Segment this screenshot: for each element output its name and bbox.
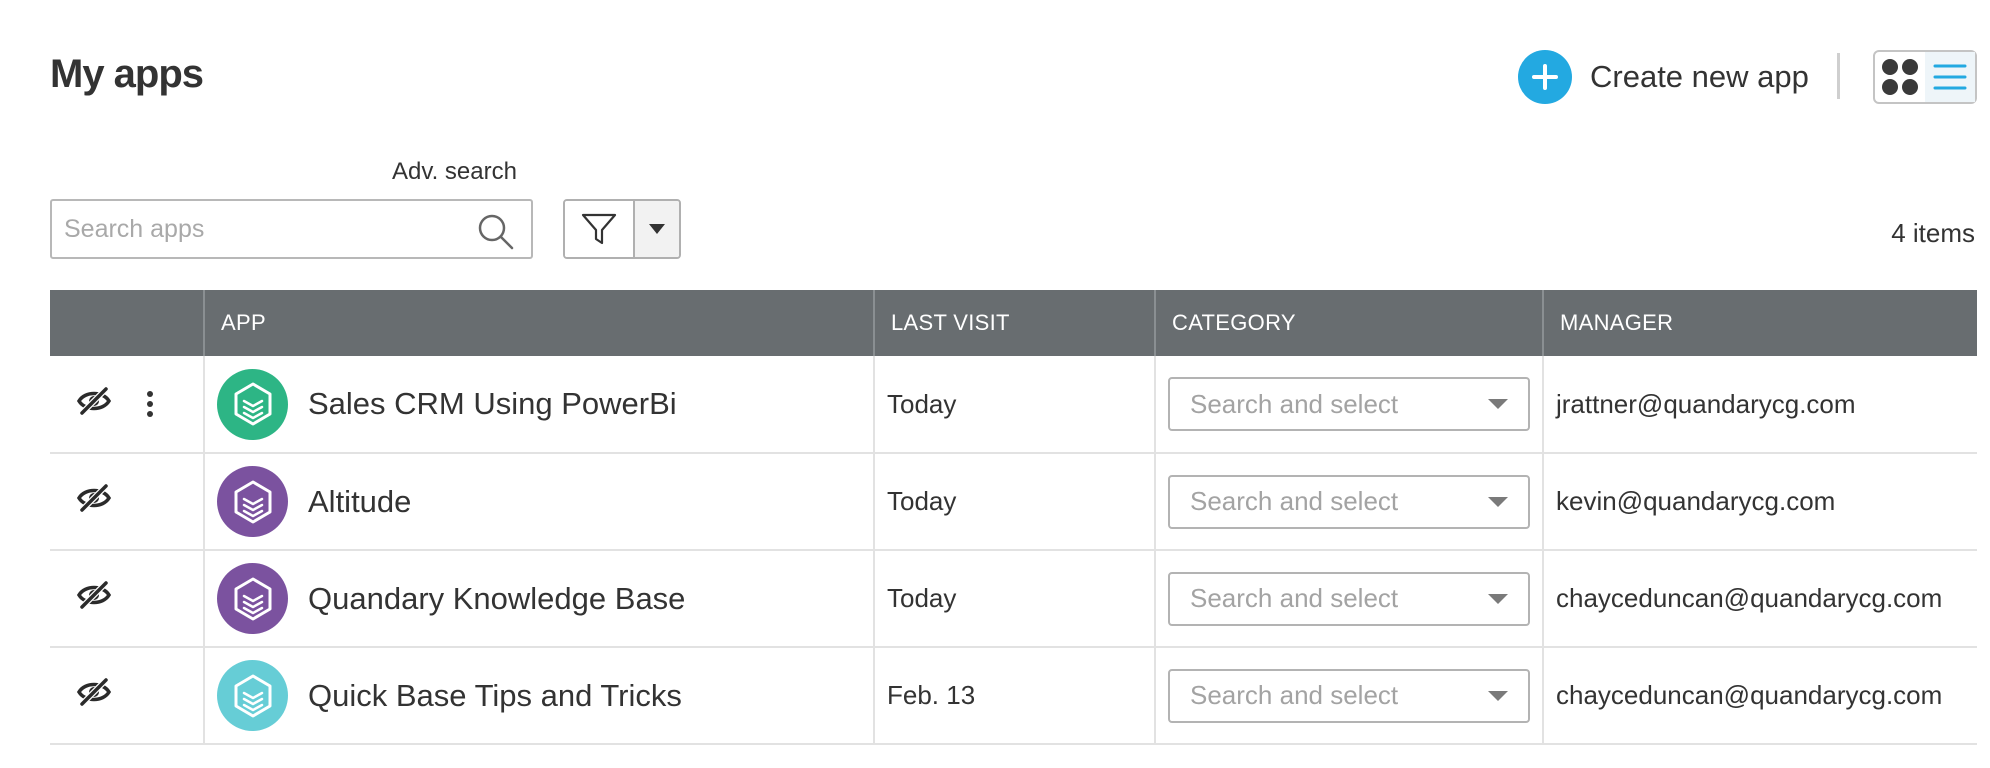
category-select[interactable]: Search and select (1168, 668, 1530, 723)
items-count: 4 items (1891, 218, 1975, 248)
chevron-down-icon (1488, 690, 1508, 701)
more-options-icon[interactable] (146, 390, 154, 418)
category-select[interactable]: Search and select (1168, 377, 1530, 431)
create-new-app-button[interactable]: Create new app (1518, 50, 1809, 104)
row-actions (50, 677, 203, 713)
category-select[interactable]: Search and select (1168, 571, 1530, 626)
hide-app-eye-icon[interactable] (76, 677, 112, 713)
column-header-app[interactable]: APP (203, 290, 874, 356)
manager-email: chayceduncan@quandarycg.com (1556, 583, 1943, 613)
app-cube-icon (217, 368, 288, 440)
grid-icon (1882, 59, 1918, 95)
last-visit: Feb. 13 (887, 680, 976, 710)
last-visit: Today (887, 486, 957, 516)
column-header-actions (50, 290, 204, 356)
column-header-last-visit[interactable]: LAST VISIT (873, 290, 1155, 356)
app-cell[interactable]: Altitude (205, 466, 873, 537)
hide-app-eye-icon[interactable] (76, 483, 112, 519)
grid-view-toggle[interactable] (1875, 52, 1925, 102)
page-title: My apps (50, 52, 204, 96)
manager-email: kevin@quandarycg.com (1556, 486, 1836, 516)
app-name-link[interactable]: Quick Base Tips and Tricks (308, 678, 682, 714)
create-new-app-label: Create new app (1590, 59, 1809, 94)
plus-icon (1518, 50, 1572, 104)
app-cell[interactable]: Sales CRM Using PowerBi (205, 368, 873, 440)
search-input[interactable] (52, 201, 531, 257)
filter-button[interactable] (565, 201, 635, 257)
filter-group (563, 199, 681, 259)
column-header-category[interactable]: CATEGORY (1154, 290, 1543, 356)
column-header-manager[interactable]: MANAGER (1542, 290, 1977, 356)
table-header-row: APP LAST VISIT CATEGORY MANAGER (50, 290, 1977, 356)
table-row: Altitude Today Search and select kevin@q… (50, 453, 1977, 551)
table-row: Quick Base Tips and Tricks Feb. 13 Searc… (50, 647, 1977, 745)
app-cube-icon (217, 563, 288, 634)
app-cube-icon (217, 660, 288, 731)
last-visit: Today (887, 388, 957, 419)
app-cell[interactable]: Quandary Knowledge Base (205, 563, 873, 634)
filter-icon (581, 213, 617, 245)
list-icon (1933, 64, 1967, 90)
manager-email: chayceduncan@quandarycg.com (1556, 680, 1943, 710)
manager-email: jrattner@quandarycg.com (1556, 388, 1856, 419)
app-cell[interactable]: Quick Base Tips and Tricks (205, 660, 873, 731)
category-placeholder: Search and select (1190, 680, 1399, 710)
filter-dropdown-button[interactable] (635, 201, 679, 257)
table-row: Quandary Knowledge Base Today Search and… (50, 550, 1977, 648)
hide-app-eye-icon[interactable] (76, 386, 112, 422)
chevron-down-icon (1488, 496, 1508, 507)
hide-app-eye-icon[interactable] (76, 580, 112, 616)
category-placeholder: Search and select (1190, 388, 1399, 419)
table-row: Sales CRM Using PowerBi Today Search and… (50, 356, 1977, 454)
list-view-toggle[interactable] (1925, 52, 1975, 102)
search-box (50, 199, 533, 259)
caret-down-icon (649, 224, 665, 234)
app-name-link[interactable]: Quandary Knowledge Base (308, 581, 685, 617)
row-actions (50, 483, 203, 519)
apps-table: APP LAST VISIT CATEGORY MANAGER Sales CR… (50, 290, 1977, 745)
adv-search-link[interactable]: Adv. search (392, 158, 517, 186)
row-actions (50, 386, 203, 422)
category-select[interactable]: Search and select (1168, 474, 1530, 529)
search-icon[interactable] (477, 213, 515, 256)
chevron-down-icon (1488, 399, 1508, 409)
chevron-down-icon (1488, 593, 1508, 604)
view-toggle (1873, 50, 1977, 104)
category-placeholder: Search and select (1190, 486, 1399, 516)
row-actions (50, 580, 203, 616)
category-placeholder: Search and select (1190, 583, 1399, 613)
app-name-link[interactable]: Altitude (308, 484, 411, 520)
app-name-link[interactable]: Sales CRM Using PowerBi (308, 386, 677, 422)
app-cube-icon (217, 466, 288, 537)
last-visit: Today (887, 583, 957, 613)
header-divider (1837, 53, 1840, 99)
